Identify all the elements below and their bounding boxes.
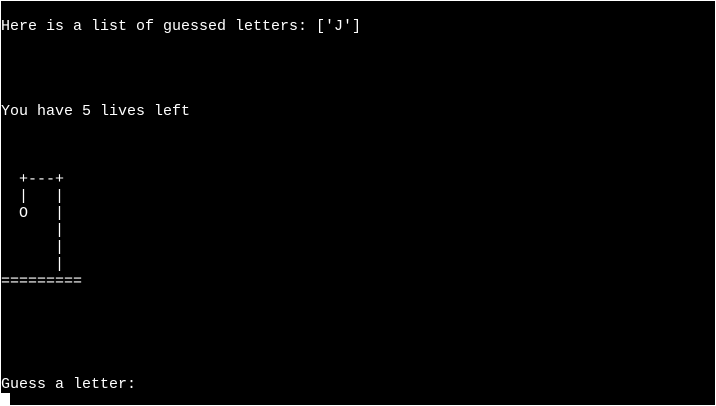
gallows-line: | bbox=[1, 222, 65, 239]
guess-prompt: Guess a letter: bbox=[1, 376, 137, 393]
gallows-line: +---+ bbox=[1, 171, 65, 188]
gallows-line: | | bbox=[1, 188, 65, 205]
gallows-base: ========= bbox=[1, 273, 83, 290]
lives-left-text: You have 5 lives left bbox=[1, 103, 191, 120]
text-cursor[interactable] bbox=[1, 393, 10, 405]
gallows-line: | bbox=[1, 256, 65, 273]
gallows-line: O | bbox=[1, 205, 65, 222]
terminal-window[interactable]: Here is a list of guessed letters: ['J']… bbox=[1, 1, 715, 405]
guessed-letters-text: Here is a list of guessed letters: ['J'] bbox=[1, 18, 362, 35]
gallows-line: | bbox=[1, 239, 65, 256]
